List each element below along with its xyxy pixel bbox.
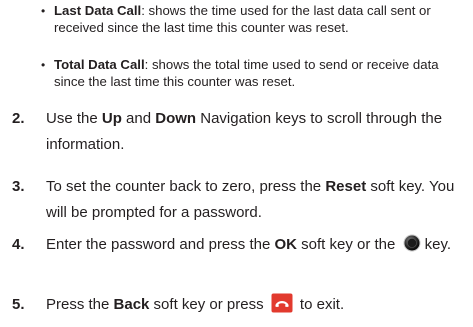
manual-page: • Last Data Call: shows the time used fo…	[0, 0, 473, 327]
bullet-marker: •	[41, 58, 46, 72]
bullet-total-data-call: • Total Data Call: shows the total time …	[41, 57, 464, 91]
step-text: Use the Up and Down Navigation keys to s…	[46, 110, 443, 153]
step-number: 4.	[12, 236, 25, 253]
step-number: 5.	[12, 296, 25, 313]
step-text: To set the counter back to zero, press t…	[46, 178, 455, 221]
bullet-marker: •	[41, 4, 46, 18]
step-4: 4. Enter the password and press the OK s…	[12, 232, 467, 258]
select-key-icon	[403, 234, 421, 252]
bullet-title: Total Data Call	[54, 57, 145, 72]
step-3: 3. To set the counter back to zero, pres…	[12, 174, 467, 226]
end-key-icon	[271, 293, 293, 313]
step-number: 2.	[12, 110, 25, 127]
step-text: Enter the password and press the OK soft…	[46, 234, 452, 253]
step-5: 5. Press the Back soft key or press to e…	[12, 292, 467, 318]
bullet-last-data-call: • Last Data Call: shows the time used fo…	[41, 3, 464, 37]
step-2: 2. Use the Up and Down Navigation keys t…	[12, 106, 467, 158]
bullet-title: Last Data Call	[54, 3, 142, 18]
step-number: 3.	[12, 178, 25, 195]
step-text: Press the Back soft key or press to exit…	[46, 292, 467, 318]
